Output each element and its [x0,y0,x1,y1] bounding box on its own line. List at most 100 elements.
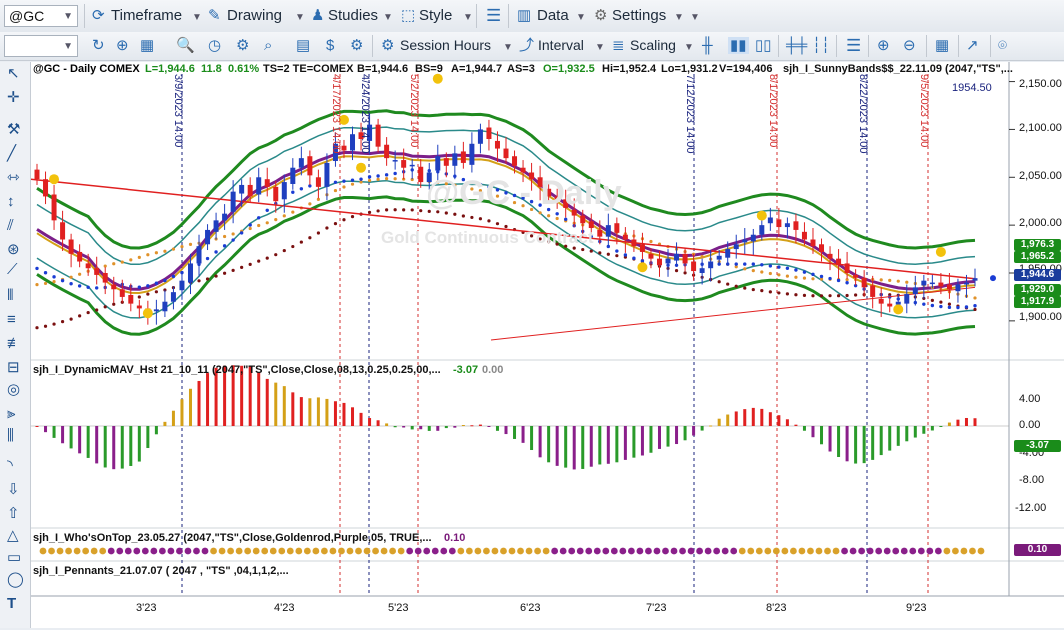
triangle-icon[interactable]: △ [7,528,19,543]
settings-menu[interactable]: Settings [612,7,666,24]
pitchfork-icon[interactable]: ⫸ [7,406,15,421]
dotted-ma-point [205,256,210,261]
candlestick-icon[interactable]: ▮▮ [728,37,749,54]
data-menu[interactable]: Data [537,7,569,24]
net-change: 11.8 [201,63,222,75]
pencil-icon[interactable]: ✎ [208,8,221,23]
chevron-down-icon[interactable]: ▼ [576,12,586,23]
studies-icon[interactable]: ♟ [311,8,324,23]
calendar-icon[interactable]: ▦ [935,38,949,53]
text-tool-icon[interactable]: T [7,596,16,611]
bar-properties-icon[interactable]: ▤ [296,38,310,53]
zoom-out-icon[interactable]: ⊖ [903,38,916,53]
drawing-color-combo[interactable]: ▼ [4,35,78,57]
trendline-icon[interactable]: ╱ [7,146,16,161]
hollow-candle-icon[interactable]: ▯▯ [755,38,772,53]
watermark-title: @GC - Daily [426,174,622,212]
grid-icon[interactable]: ▦ [140,38,154,53]
wot-dot [636,547,644,555]
chevron-down-icon[interactable]: ▼ [595,42,605,53]
speed-lines-icon[interactable]: ≢ [7,336,22,351]
interval-menu[interactable]: Interval [538,37,584,53]
gann-icon[interactable]: ⊟ [7,360,20,375]
pane-layout-icon[interactable]: ☰ [846,37,861,54]
arrow-up-icon[interactable]: ⇧ [7,506,20,521]
chevron-down-icon[interactable]: ▼ [503,42,513,53]
wot-dot [508,547,516,555]
style-icon[interactable]: ⬚ [401,8,415,23]
chevron-down-icon[interactable]: ▼ [295,12,305,23]
scaling-icon[interactable]: ≣ [612,38,625,53]
crosshair-tool-icon[interactable]: ✛ [7,90,20,105]
chart-settings-icon[interactable]: ⚙ [236,38,249,53]
symbol-input[interactable]: @GC ▼ [4,5,78,27]
zoom-in-icon[interactable]: ⊕ [877,38,890,53]
chevron-down-icon[interactable]: ▼ [674,12,684,23]
wot-dot [585,547,593,555]
session-gear-icon[interactable]: ⚙ [381,38,394,53]
candle-body [759,225,765,235]
pointer-icon[interactable]: ↖ [7,66,20,81]
overflow-icon[interactable]: ▼ [690,12,700,23]
scaling-menu[interactable]: Scaling [630,37,676,53]
ellipse-icon[interactable]: ◯ [7,572,24,587]
session-hours-menu[interactable]: Session Hours [400,37,491,53]
fib-icon[interactable]: ⊛ [7,242,20,257]
clock-icon[interactable]: ◷ [208,38,221,53]
equal-tool-icon[interactable]: ≡ [7,312,16,327]
timeframe-menu[interactable]: Timeframe [111,7,182,24]
chevron-down-icon[interactable]: ▼ [63,41,73,52]
wot-dot [952,547,959,555]
channel-icon[interactable]: ⫽ [7,218,14,233]
arrow-down-icon[interactable]: ⇩ [7,482,20,497]
settings-gear-icon[interactable]: ⚙ [350,38,363,53]
timeframe-icon[interactable]: ⟳ [92,8,105,23]
chevron-down-icon[interactable]: ▼ [63,11,73,22]
horizontal-line-icon[interactable]: ⇿ [7,170,20,185]
chevron-down-icon[interactable]: ▼ [383,12,393,23]
gear-icon[interactable]: ⚙ [594,8,607,23]
ohlc-bar-icon[interactable]: ╫ [702,38,713,53]
add-chart-icon[interactable]: ↗ [966,38,979,53]
dotted-ma-point [743,267,747,271]
rectangle-icon[interactable]: ▭ [7,550,21,565]
data-icon[interactable]: ▥ [517,8,531,23]
price-badge: 1,917.9 [1014,296,1061,308]
price-axis-label: 2,000.00 [1019,217,1062,229]
dot-chart-icon[interactable]: ┆┆ [812,38,830,53]
studies-menu[interactable]: Studies [328,7,378,24]
dotted-ma-point [785,292,790,296]
mav-histogram-bar [922,426,926,434]
wot-dot [824,547,831,555]
line-chart-icon[interactable]: ╪╪ [786,38,807,53]
candle-body [315,177,321,187]
wot-dot [517,547,524,555]
vertical-line-icon[interactable]: ↕ [7,194,15,209]
ray-icon[interactable]: ⟋ [7,262,18,277]
style-menu[interactable]: Style [419,7,452,24]
interval-icon[interactable]: ⤴ [519,38,534,53]
dotted-ma-point [112,302,116,306]
chevron-down-icon[interactable]: ▼ [684,42,694,53]
wrench-icon[interactable]: ⚒ [7,122,20,137]
refresh-icon[interactable]: ↻ [92,38,105,53]
chevron-down-icon[interactable]: ▼ [463,12,473,23]
drawing-menu[interactable]: Drawing [227,7,282,24]
bars-tool-icon[interactable]: ⦀ [7,288,14,303]
magnify-chart-icon[interactable]: ⌕ [264,38,272,53]
wot-dot [934,547,942,555]
zoom-data-icon[interactable]: 🔍 [176,38,195,53]
chevron-down-icon[interactable]: ▼ [192,12,202,23]
dollar-gear-icon[interactable]: $ [326,38,334,53]
arc-icon[interactable]: ◝ [7,458,13,473]
chart-analysis-icon[interactable]: ⌾ [998,38,1007,53]
mav-histogram-bar [794,424,798,426]
cycle-icon[interactable]: ◎ [7,382,20,397]
crosshair-icon[interactable]: ⊕ [116,38,129,53]
levels-icon[interactable]: ⫼ [7,428,14,443]
chart-area[interactable]: @GC - Daily Gold Continuous Contract @GC… [31,62,1064,628]
dotted-ma-point [794,268,798,272]
mav-histogram-bar [871,426,875,460]
layout-icon[interactable]: ☰ [486,7,501,24]
wot-dot [210,547,217,555]
